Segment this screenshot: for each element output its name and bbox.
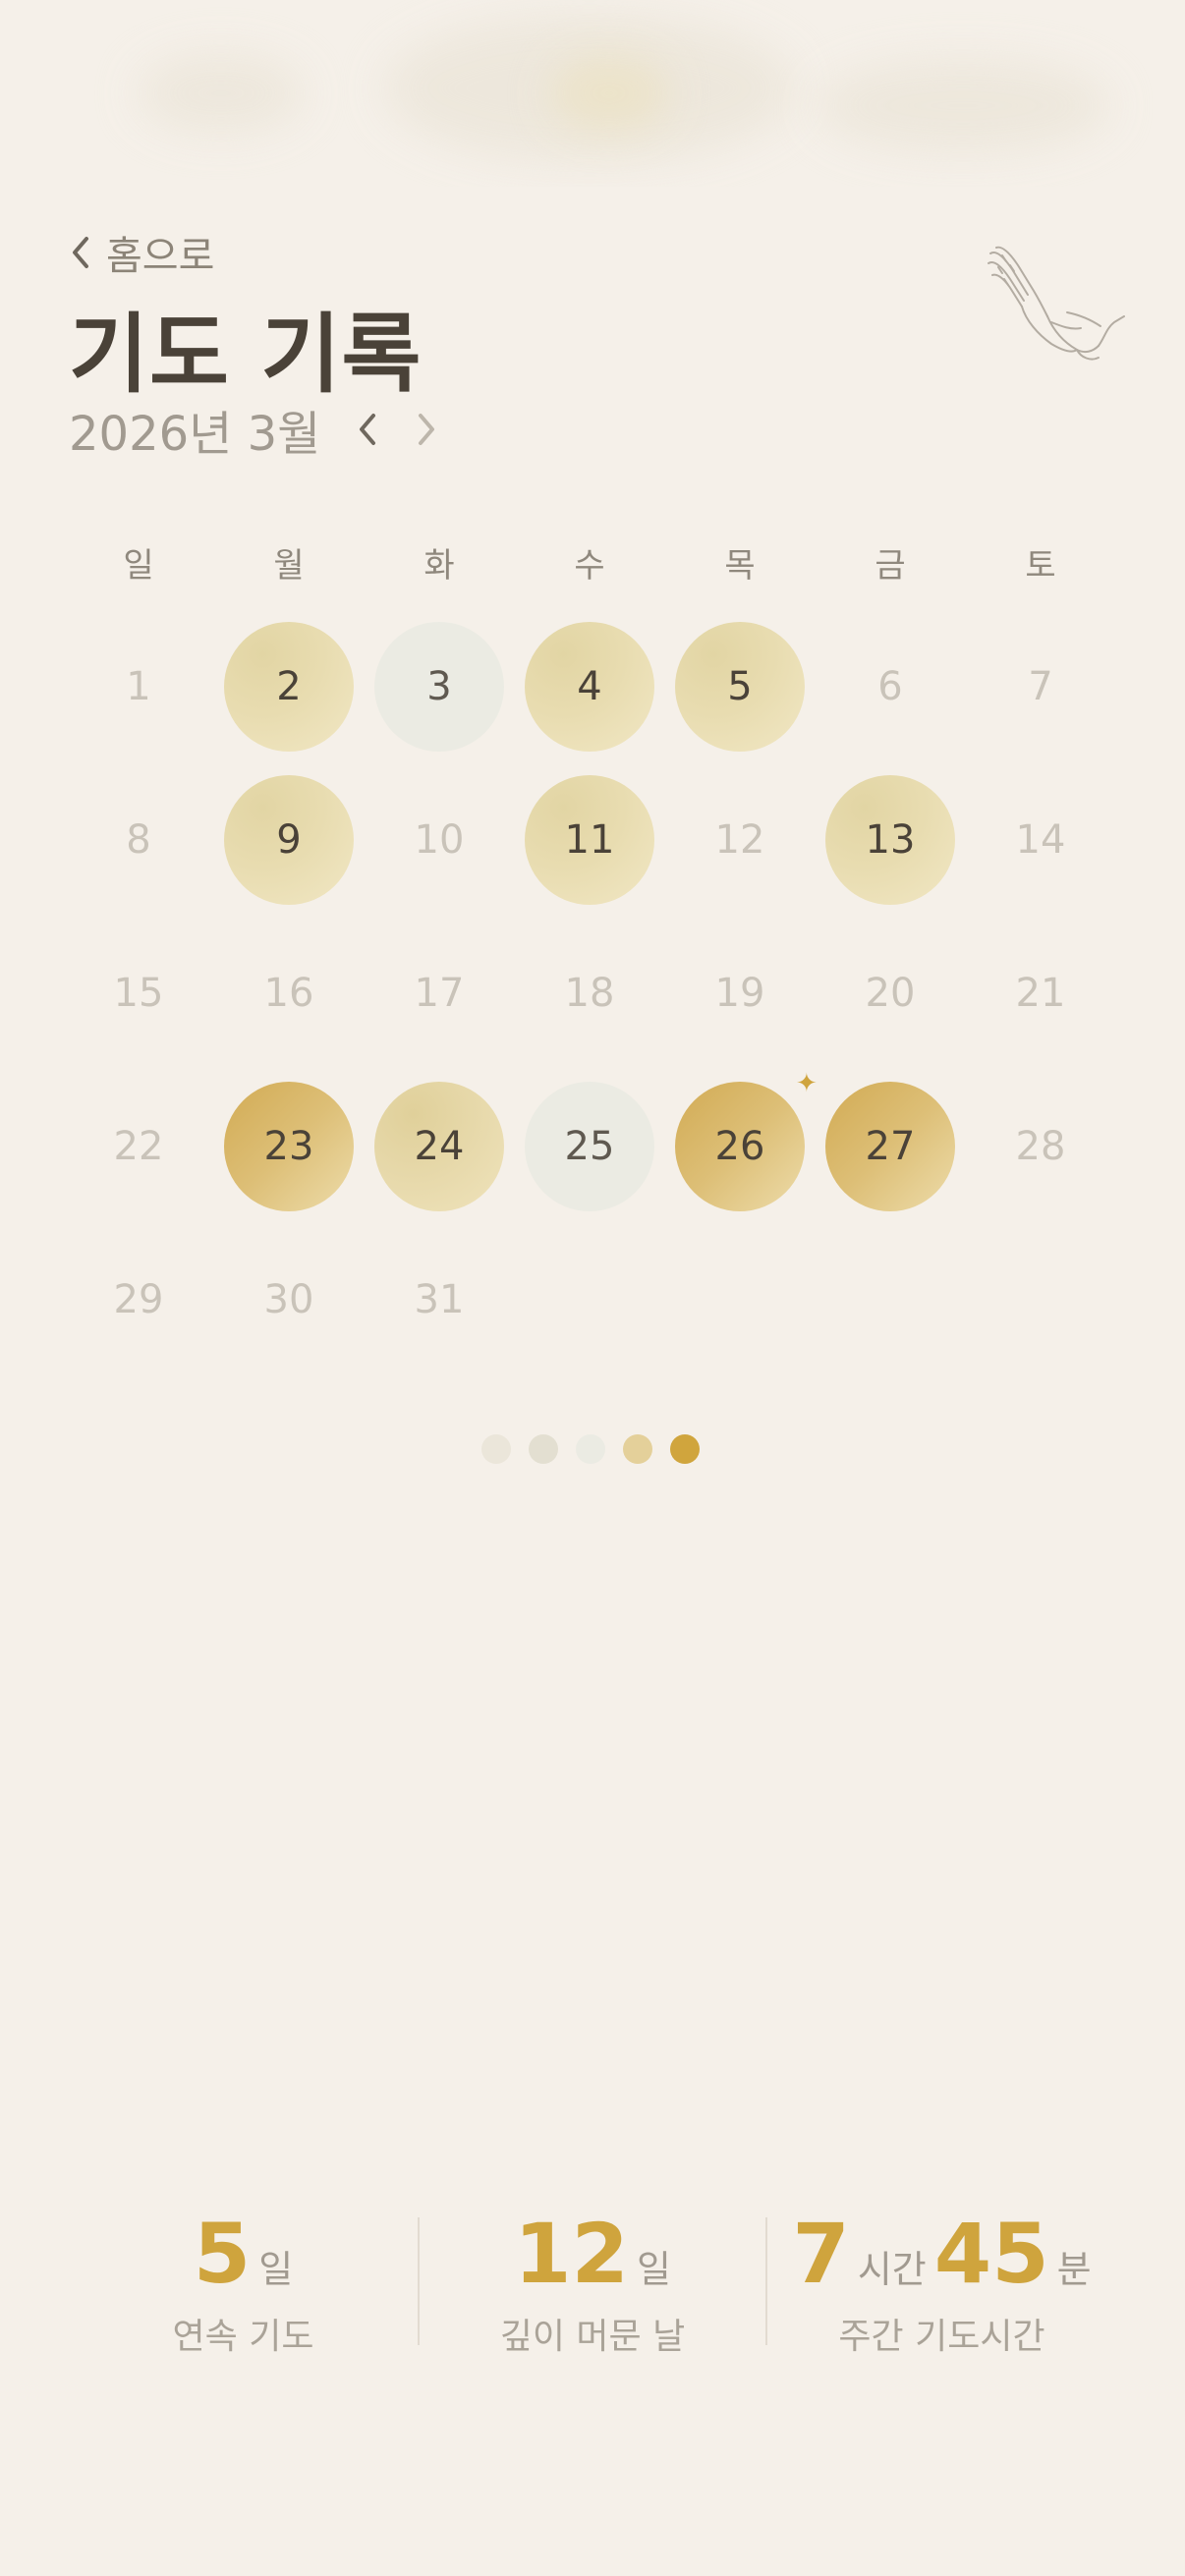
stat-caption: 연속 기도 — [172, 2317, 314, 2357]
stat-streak: 5 일 연속 기도 — [69, 2206, 418, 2359]
stat-value: 45 — [933, 2206, 1049, 2302]
calendar-day-11[interactable]: 11 — [525, 775, 654, 905]
calendar-day-22[interactable]: 22 — [74, 1082, 203, 1211]
stat-unit: 일 — [258, 2248, 294, 2291]
stat-unit: 분 — [1056, 2248, 1092, 2291]
calendar-day-30[interactable]: 30 — [224, 1235, 354, 1365]
calendar-day-23[interactable]: 23 — [224, 1082, 354, 1211]
calendar-day-12[interactable]: 12 — [675, 775, 805, 905]
calendar-day-31[interactable]: 31 — [374, 1235, 504, 1365]
calendar-day-20[interactable]: 20 — [825, 928, 955, 1058]
legend-dot — [623, 1434, 652, 1464]
calendar-day-3[interactable]: 3 — [374, 622, 504, 752]
stat-value: 7 — [792, 2206, 850, 2302]
calendar-day-18[interactable]: 18 — [525, 928, 654, 1058]
calendar-day-2[interactable]: 2 — [224, 622, 354, 752]
stat-deep-days: 12 일 깊이 머문 날 — [420, 2206, 765, 2359]
calendar-day-21[interactable]: 21 — [976, 928, 1105, 1058]
stat-value: 5 — [193, 2206, 252, 2302]
calendar-day-4[interactable]: 4 — [525, 622, 654, 752]
stat-caption: 깊이 머문 날 — [499, 2317, 686, 2357]
calendar-day-1[interactable]: 1 — [74, 622, 203, 752]
calendar-day-29[interactable]: 29 — [74, 1235, 203, 1365]
stats-summary: 5 일 연속 기도 12 일 깊이 머문 날 7 시간 45 분 주간 기도시간 — [0, 2206, 1185, 2363]
legend-dot — [529, 1434, 558, 1464]
calendar-day-13[interactable]: 13 — [825, 775, 955, 905]
calendar-day-24[interactable]: 24 — [374, 1082, 504, 1211]
calendar-day-8[interactable]: 8 — [74, 775, 203, 905]
calendar-day-15[interactable]: 15 — [74, 928, 203, 1058]
calendar-day-6[interactable]: 6 — [825, 622, 955, 752]
stat-caption: 주간 기도시간 — [838, 2317, 1045, 2357]
calendar-day-9[interactable]: 9 — [224, 775, 354, 905]
calendar-day-27[interactable]: 27 — [825, 1082, 955, 1211]
calendar-day-25[interactable]: 25 — [525, 1082, 654, 1211]
calendar-day-7[interactable]: 7 — [976, 622, 1105, 752]
calendar-day-10[interactable]: 10 — [374, 775, 504, 905]
calendar-day-26[interactable]: 26 — [675, 1082, 805, 1211]
calendar-grid: 1 2 3 4 5 6 7 8 9 10 11 12 13 14 15 16 17 18 19 20 21 22 23 24 2… — [0, 0, 1185, 1375]
calendar-day-5[interactable]: 5 — [675, 622, 805, 752]
calendar-day-19[interactable]: 19 — [675, 928, 805, 1058]
legend-dot — [481, 1434, 511, 1464]
legend-dot — [670, 1434, 700, 1464]
stat-value: 12 — [514, 2206, 629, 2302]
sparkle-icon: ✦ — [796, 1069, 818, 1098]
stat-unit: 시간 — [857, 2248, 927, 2291]
legend-dot — [576, 1434, 605, 1464]
calendar-day-16[interactable]: 16 — [224, 928, 354, 1058]
stat-weekly-time: 7 시간 45 분 주간 기도시간 — [767, 2206, 1116, 2359]
calendar-day-28[interactable]: 28 — [976, 1082, 1105, 1211]
calendar-day-14[interactable]: 14 — [976, 775, 1105, 905]
calendar-day-17[interactable]: 17 — [374, 928, 504, 1058]
stat-unit: 일 — [636, 2248, 671, 2291]
